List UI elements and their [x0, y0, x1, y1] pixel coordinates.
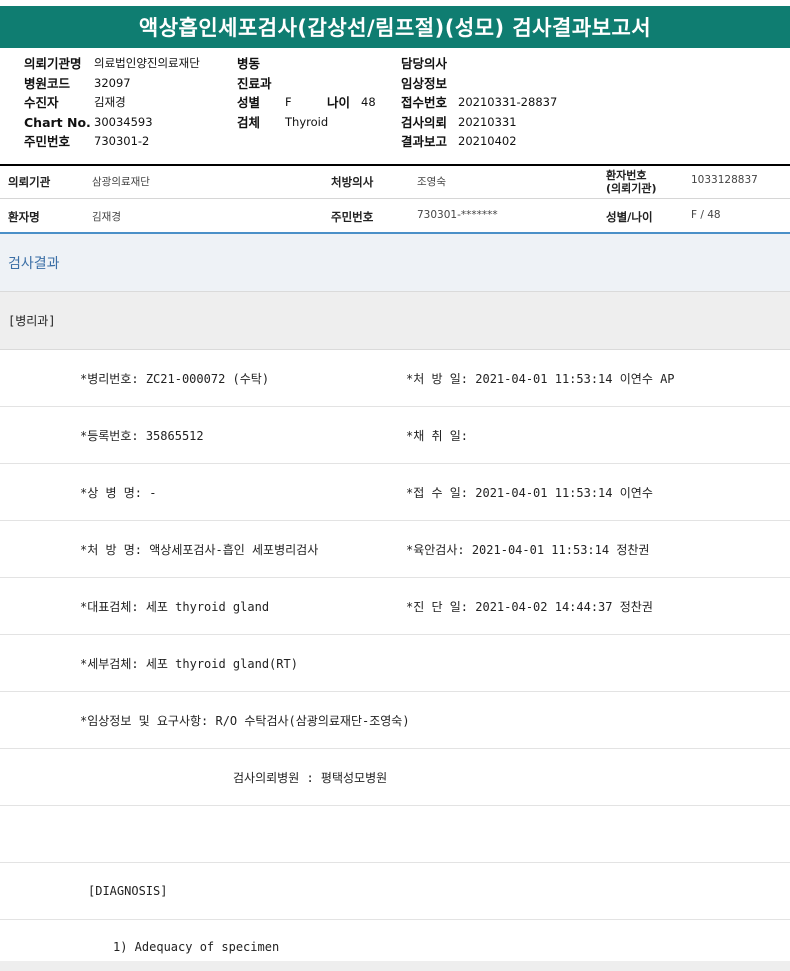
result-row: *상 병 명: - *접 수 일: 2021-04-01 11:53:14 이연… — [0, 464, 790, 521]
result-left: *처 방 명: 액상세포검사-흡인 세포병리검사 — [80, 542, 319, 557]
header-label: 병동 — [237, 56, 261, 71]
result-right: *접 수 일: 2021-04-01 11:53:14 이연수 — [406, 485, 653, 500]
result-left: *병리번호: ZC21-000072 (수탁) — [80, 371, 270, 386]
bottom-strip — [0, 961, 790, 971]
result-row: *대표검체: 세포 thyroid gland *진 단 일: 2021-04-… — [0, 578, 790, 635]
result-right: *채 취 일: — [406, 428, 469, 443]
result-left: *상 병 명: - — [80, 485, 157, 500]
sex-age-label: 성별/나이 — [606, 210, 653, 224]
empty-row — [0, 806, 790, 863]
info-row-institution: 의뢰기관 삼광의료재단 처방의사 조영숙 환자번호 (의뢰기관) 1033128… — [0, 166, 790, 196]
header-value: 의료법인양진의료재단 — [94, 56, 200, 70]
patient-info-table: 의뢰기관 삼광의료재단 처방의사 조영숙 환자번호 (의뢰기관) 1033128… — [0, 166, 790, 234]
result-right: *진 단 일: 2021-04-02 14:44:37 정찬권 — [406, 599, 653, 614]
header-value: 20210331 — [458, 114, 517, 129]
ssn-label: 주민번호 — [331, 210, 374, 224]
patient-id-label-sub: (의뢰기관) — [606, 182, 657, 195]
age-label: 나이 — [327, 95, 351, 110]
header-label: 결과보고 — [401, 134, 448, 149]
institution-label: 의뢰기관 — [8, 175, 51, 189]
referral-hospital-row: 검사의뢰병원 : 평택성모병원 — [0, 749, 790, 806]
header-label: 수진자 — [24, 95, 59, 110]
header-col2: 병동 진료과 성별 F 나이 48 검체 Thyroid — [237, 54, 397, 132]
adequacy-row: 1) Adequacy of specimen — [0, 920, 790, 963]
result-rows: *병리번호: ZC21-000072 (수탁) *처 방 일: 2021-04-… — [0, 350, 790, 963]
header-label: 접수번호 — [401, 95, 448, 110]
patient-id-value: 1033128837 — [691, 174, 758, 186]
result-row: *병리번호: ZC21-000072 (수탁) *처 방 일: 2021-04-… — [0, 350, 790, 407]
result-row: *처 방 명: 액상세포검사-흡인 세포병리검사 *육안검사: 2021-04-… — [0, 521, 790, 578]
institution-value: 삼광의료재단 — [92, 176, 150, 188]
header-value: 730301-2 — [94, 134, 150, 148]
result-left: *임상정보 및 요구사항: R/O 수탁검사(삼광의료재단-조영숙) — [80, 713, 410, 728]
sex-age-value: F / 48 — [691, 209, 721, 221]
department-label: [병리과] — [0, 292, 790, 350]
report-title: 액상흡인세포검사(갑상선/림프절)(성모) 검사결과보고서 — [0, 6, 790, 48]
result-left: *세부검체: 세포 thyroid gland(RT) — [80, 656, 298, 671]
header-label: 진료과 — [237, 75, 272, 91]
header-value: 20210402 — [458, 134, 517, 148]
header-col1: 의뢰기관명 의료법인양진의료재단 병원코드 32097 수진자 김재경 Chart N… — [24, 54, 234, 152]
doctor-label: 처방의사 — [331, 175, 374, 189]
header-value: Thyroid — [285, 114, 329, 129]
diagnosis-row: [DIAGNOSIS] — [0, 863, 790, 920]
header-label: Chart No. — [24, 114, 91, 130]
header-value: F — [285, 95, 292, 109]
result-row: *임상정보 및 요구사항: R/O 수탁검사(삼광의료재단-조영숙) — [0, 692, 790, 749]
header-label: 담당의사 — [401, 56, 448, 71]
referral-hospital: 검사의뢰병원 : 평택성모병원 — [233, 770, 388, 785]
info-row-patient: 환자명 김재경 주민번호 730301-******* 성별/나이 F / 48 — [0, 200, 790, 232]
header-label: 검체 — [237, 114, 261, 130]
result-right: *처 방 일: 2021-04-01 11:53:14 이연수 AP — [406, 371, 675, 386]
doctor-value: 조영숙 — [417, 176, 446, 188]
header-value: 김재경 — [94, 95, 126, 109]
header-label: 의뢰기관명 — [24, 56, 82, 71]
result-left: *등록번호: 35865512 — [80, 428, 204, 443]
header-label: 주민번호 — [24, 134, 71, 149]
header-label: 병원코드 — [24, 75, 71, 91]
header-label: 성별 — [237, 95, 261, 110]
header-col3: 담당의사 임상정보 접수번호 20210331-28837 검사의뢰 2021033… — [401, 54, 661, 152]
info-separator — [0, 198, 790, 199]
result-left: *대표검체: 세포 thyroid gland — [80, 599, 270, 614]
age-value: 48 — [361, 95, 376, 109]
header-label: 임상정보 — [401, 75, 448, 91]
diagnosis-label: [DIAGNOSIS] — [88, 884, 168, 898]
section-title: 검사결과 — [0, 234, 790, 292]
result-row: *등록번호: 35865512 *채 취 일: — [0, 407, 790, 464]
ssn-value: 730301-******* — [417, 209, 498, 221]
result-right: *육안검사: 2021-04-01 11:53:14 정찬권 — [406, 542, 650, 557]
header-label: 검사의뢰 — [401, 114, 448, 130]
result-row: *세부검체: 세포 thyroid gland(RT) — [0, 635, 790, 692]
patient-name-value: 김재경 — [92, 211, 121, 223]
header-value: 30034593 — [94, 114, 153, 129]
header-value: 20210331-28837 — [458, 95, 558, 109]
header-value: 32097 — [94, 75, 131, 90]
patient-name-label: 환자명 — [8, 210, 40, 224]
